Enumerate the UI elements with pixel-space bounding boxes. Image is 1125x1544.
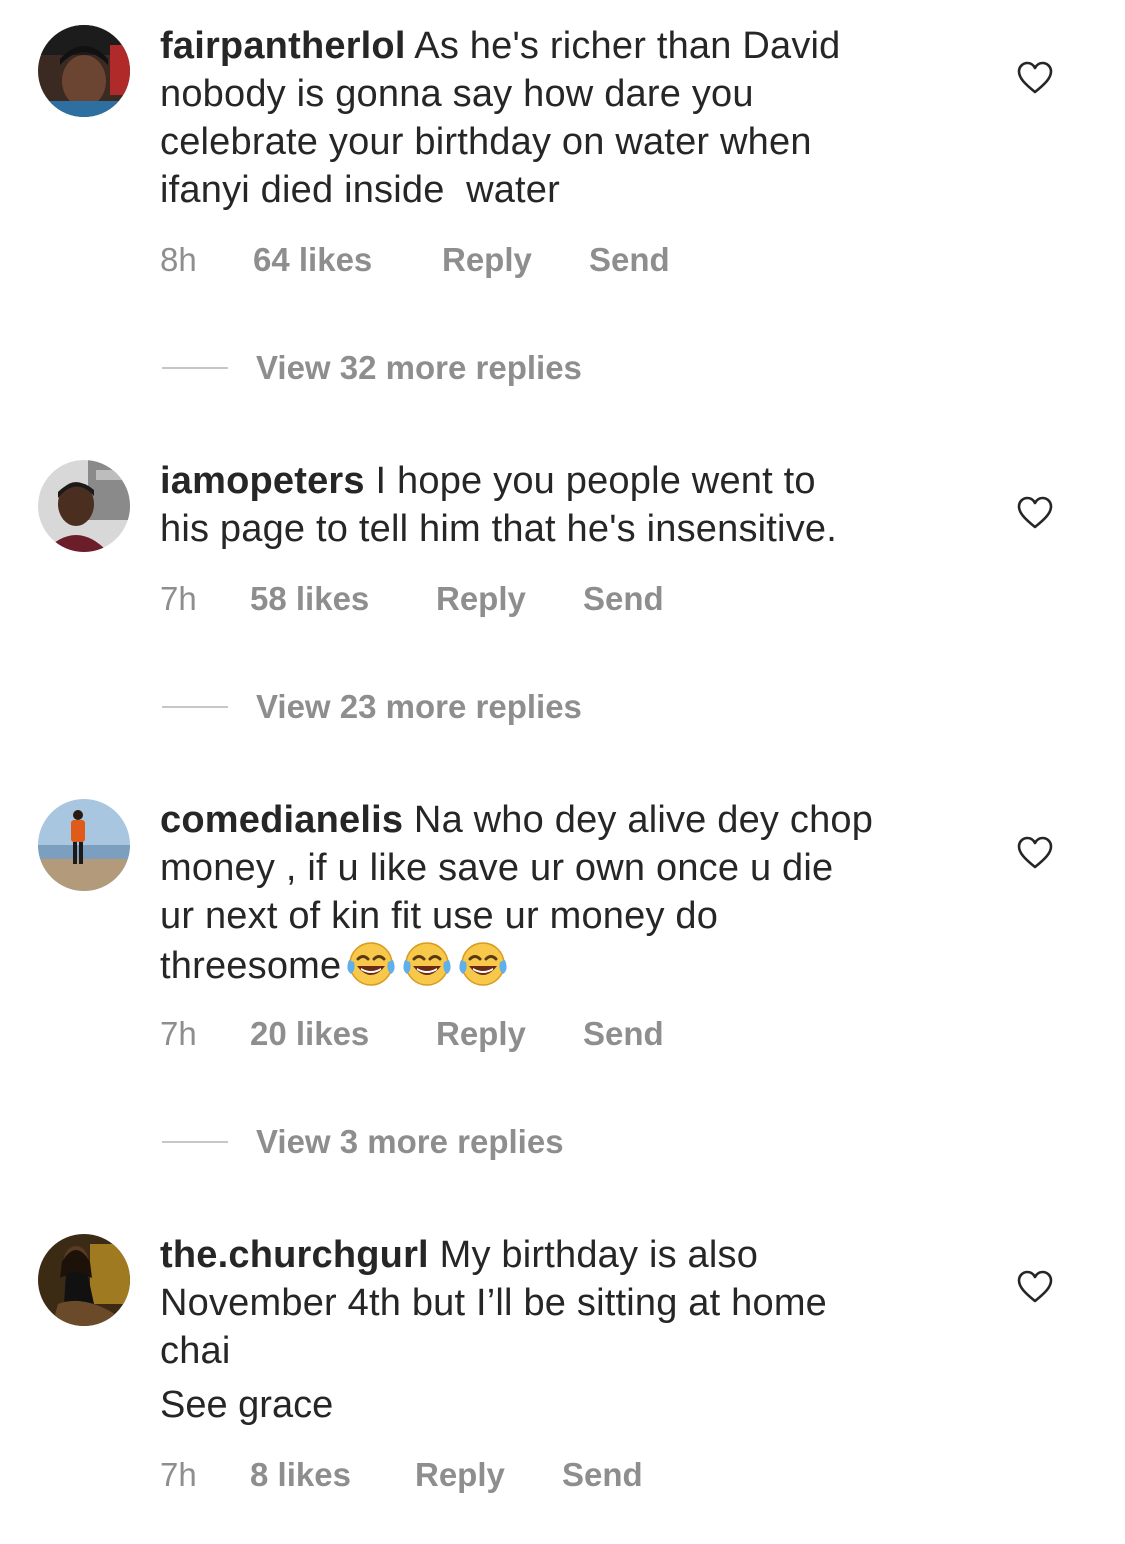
- comment-extra-line: See grace: [160, 1384, 334, 1426]
- comment-time: 7h: [160, 580, 197, 617]
- send-button[interactable]: Send: [583, 580, 664, 618]
- view-replies-button[interactable]: View 23 more replies: [162, 688, 582, 726]
- view-replies-button[interactable]: View 3 more replies: [162, 1123, 564, 1161]
- comment-likes[interactable]: 20 likes: [250, 1015, 436, 1053]
- comment-text: comedianelis Na who dey alive dey chop m…: [160, 796, 980, 990]
- heart-outline-icon[interactable]: [1017, 1270, 1053, 1304]
- heart-outline-icon[interactable]: [1017, 496, 1053, 530]
- view-replies-button[interactable]: View 32 more replies: [162, 349, 582, 387]
- replies-divider: [162, 706, 228, 708]
- reply-button[interactable]: Reply: [415, 1456, 562, 1494]
- comment-text: the.churchgurl My birthday is also Novem…: [160, 1231, 980, 1375]
- send-button[interactable]: Send: [583, 1015, 664, 1053]
- face-with-tears-of-joy-icon: [403, 942, 451, 986]
- comment-time: 7h: [160, 1015, 197, 1052]
- face-with-tears-of-joy-icon: [347, 942, 395, 986]
- reply-button[interactable]: Reply: [442, 241, 589, 279]
- avatar[interactable]: [38, 1234, 130, 1326]
- comment-meta: 7h 58 likes Reply Send: [160, 580, 664, 618]
- comment-text: iamopeters I hope you people went to his…: [160, 457, 980, 553]
- face-with-tears-of-joy-icon: [459, 942, 507, 986]
- comment-meta: 7h 20 likes Reply Send: [160, 1015, 664, 1053]
- comment-text: fairpantherlol As he's richer than David…: [160, 22, 980, 214]
- comment-likes[interactable]: 64 likes: [253, 241, 442, 279]
- send-button[interactable]: Send: [562, 1456, 643, 1494]
- comment-username[interactable]: fairpantherlol: [160, 25, 406, 67]
- reply-button[interactable]: Reply: [436, 580, 583, 618]
- avatar[interactable]: [38, 799, 130, 891]
- comment-likes[interactable]: 8 likes: [250, 1456, 415, 1494]
- comment-meta: 8h 64 likes Reply Send: [160, 241, 670, 279]
- avatar[interactable]: [38, 460, 130, 552]
- replies-divider: [162, 1141, 228, 1143]
- reply-button[interactable]: Reply: [436, 1015, 583, 1053]
- comment-username[interactable]: comedianelis: [160, 799, 403, 841]
- replies-divider: [162, 367, 228, 369]
- comment-username[interactable]: the.churchgurl: [160, 1234, 429, 1276]
- comment-username[interactable]: iamopeters: [160, 460, 365, 502]
- comment-time: 8h: [160, 241, 197, 278]
- view-replies-label[interactable]: View 3 more replies: [256, 1123, 564, 1161]
- comment-meta: 7h 8 likes Reply Send: [160, 1456, 643, 1494]
- comment-time: 7h: [160, 1456, 197, 1493]
- heart-outline-icon[interactable]: [1017, 836, 1053, 870]
- heart-outline-icon[interactable]: [1017, 61, 1053, 95]
- avatar[interactable]: [38, 25, 130, 117]
- comment-likes[interactable]: 58 likes: [250, 580, 436, 618]
- send-button[interactable]: Send: [589, 241, 670, 279]
- view-replies-label[interactable]: View 32 more replies: [256, 349, 582, 387]
- view-replies-label[interactable]: View 23 more replies: [256, 688, 582, 726]
